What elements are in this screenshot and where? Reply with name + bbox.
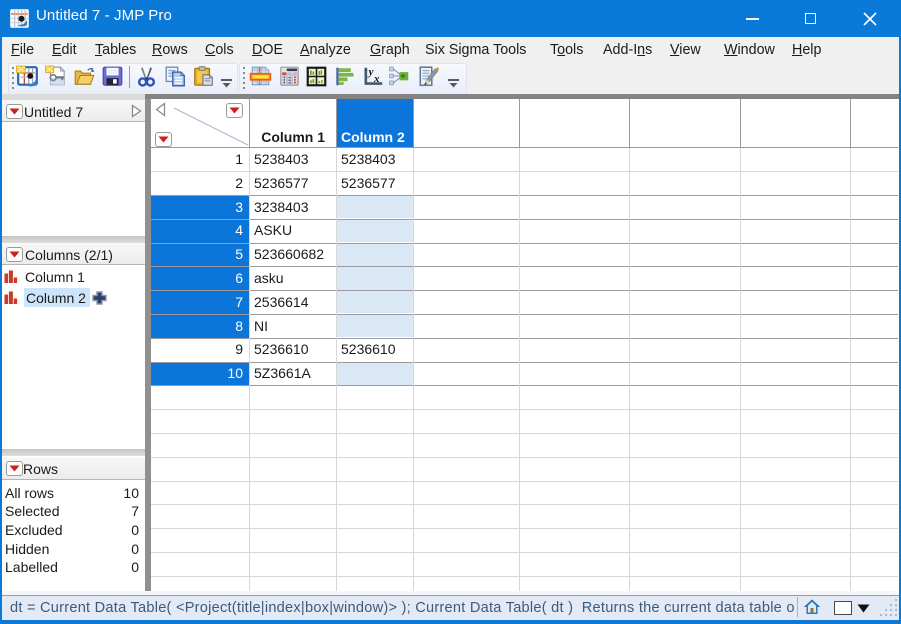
svg-text:y: y [366, 65, 373, 77]
svg-text:x: x [373, 72, 380, 84]
